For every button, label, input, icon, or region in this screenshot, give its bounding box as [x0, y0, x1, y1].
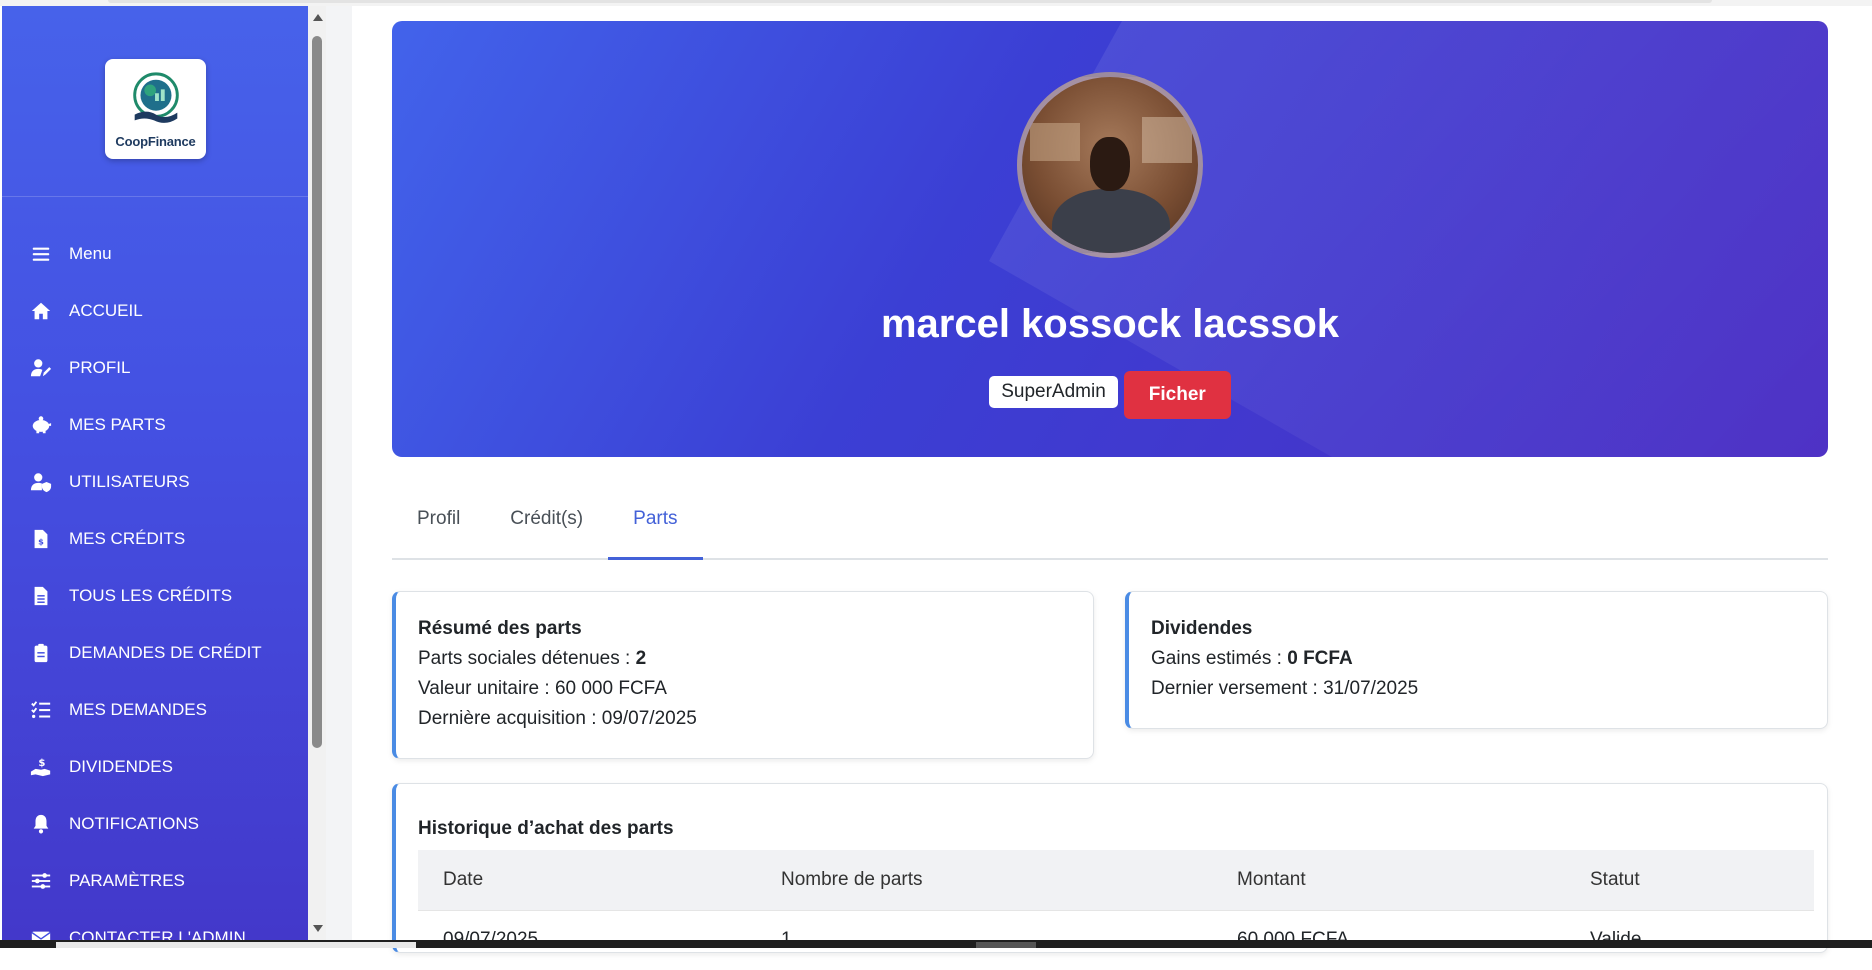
tasks-icon — [29, 698, 53, 722]
dividends-last-payment: Dernier versement : 31/07/2025 — [1151, 678, 1419, 699]
hand-holding-dollar-icon: $ — [29, 755, 53, 779]
sidebar-item-label: UTILISATEURS — [69, 471, 190, 491]
sidebar-item-label: NOTIFICATIONS — [69, 813, 200, 833]
summary-held-value: 2 — [635, 648, 647, 669]
sidebar-item-label: MES DEMANDES — [69, 699, 207, 719]
brand-logo[interactable]: CoopFinance — [105, 59, 206, 159]
sidebar-scrollbar[interactable] — [308, 6, 326, 940]
bars-icon — [29, 242, 53, 266]
dividends-card: Dividendes Gains estimés : 0 FCFA Dernie… — [1125, 591, 1828, 729]
column-header: Montant — [1237, 868, 1306, 890]
sidebar-item-menu[interactable]: Menu — [2, 225, 308, 282]
sidebar-item-label: DEMANDES DE CRÉDIT — [69, 642, 262, 662]
avatar — [1017, 72, 1203, 258]
sidebar-item-mes-parts[interactable]: MES PARTS — [2, 396, 308, 453]
sidebar-item-label: ACCUEIL — [69, 300, 143, 320]
sidebar-item-parametres[interactable]: PARAMÈTRES — [2, 852, 308, 909]
scroll-thumb[interactable] — [312, 36, 322, 748]
sidebar-item-contacter-admin[interactable]: CONTACTER L'ADMIN — [2, 909, 308, 940]
tab-parts[interactable]: Parts — [608, 484, 703, 560]
role-badge: SuperAdmin — [989, 376, 1118, 408]
sidebar-item-mes-demandes[interactable]: MES DEMANDES — [2, 681, 308, 738]
envelope-icon — [29, 926, 53, 940]
dividends-title: Dividendes — [1151, 618, 1253, 639]
main-content: marcel kossock lacssok SuperAdmin Ficher… — [352, 6, 1872, 970]
sidebar-item-utilisateurs[interactable]: UTILISATEURS — [2, 453, 308, 510]
sidebar-item-dividendes[interactable]: $ DIVIDENDES — [2, 738, 308, 795]
summary-unit-value: Valeur unitaire : 60 000 FCFA — [418, 678, 667, 699]
clipboard-icon — [29, 641, 53, 665]
table-header-row: Date Nombre de parts Montant Statut — [418, 850, 1814, 910]
sidebar-item-label: DIVIDENDES — [69, 756, 173, 776]
dividends-gains-value: 0 FCFA — [1287, 648, 1353, 669]
summary-title: Résumé des parts — [418, 618, 582, 639]
piggy-bank-icon — [29, 413, 53, 437]
profile-tabs: Profil Crédit(s) Parts — [392, 484, 1828, 560]
column-header: Nombre de parts — [781, 868, 923, 890]
sliders-icon — [29, 869, 53, 893]
sidebar-item-label: TOUS LES CRÉDITS — [69, 585, 233, 605]
sidebar-item-notifications[interactable]: NOTIFICATIONS — [2, 795, 308, 852]
sidebar-item-accueil[interactable]: ACCUEIL — [2, 282, 308, 339]
dividends-gains: Gains estimés : 0 FCFA — [1151, 648, 1353, 669]
svg-text:$: $ — [38, 758, 45, 769]
summary-last-acquisition: Dernière acquisition : 09/07/2025 — [418, 708, 697, 729]
sidebar-item-label: MES PARTS — [69, 414, 166, 434]
column-header: Date — [443, 868, 484, 890]
column-header: Statut — [1590, 868, 1640, 890]
bell-icon — [29, 812, 53, 836]
coopfinance-logo-icon — [132, 71, 179, 123]
scroll-down-arrow[interactable] — [313, 925, 323, 932]
user-edit-icon — [29, 356, 53, 380]
sidebar: CoopFinance Menu ACCUEIL PROFIL MES PART… — [2, 6, 308, 940]
fiche-button[interactable]: Ficher — [1123, 371, 1231, 419]
sidebar-item-profil[interactable]: PROFIL — [2, 339, 308, 396]
summary-held: Parts sociales détenues : 2 — [418, 648, 647, 669]
sidebar-item-tous-les-credits[interactable]: TOUS LES CRÉDITS — [2, 567, 308, 624]
sidebar-item-label: Menu — [69, 243, 112, 263]
history-table: Date Nombre de parts Montant Statut 09/0… — [418, 850, 1814, 970]
brand-name: CoopFinance — [115, 133, 196, 149]
sidebar-item-label: PARAMÈTRES — [69, 870, 185, 890]
user-shield-icon — [29, 470, 53, 494]
sidebar-item-label: PROFIL — [69, 357, 131, 377]
scroll-up-arrow[interactable] — [313, 14, 323, 21]
svg-text:$: $ — [38, 536, 44, 546]
sidebar-logo-area: CoopFinance — [2, 6, 308, 197]
tab-profil[interactable]: Profil — [392, 484, 485, 560]
file-alt-icon — [29, 584, 53, 608]
parts-summary-card: Résumé des parts Parts sociales détenues… — [392, 591, 1094, 759]
sidebar-nav: Menu ACCUEIL PROFIL MES PARTS UTILISATEU… — [2, 197, 308, 940]
sidebar-item-label: CONTACTER L'ADMIN — [69, 927, 246, 941]
purchase-history-card: Historique d’achat des parts Date Nombre… — [392, 783, 1828, 970]
file-invoice-dollar-icon: $ — [29, 527, 53, 551]
profile-name: marcel kossock lacssok — [880, 302, 1340, 346]
address-bar-edge — [108, 0, 1712, 3]
main-gutter — [326, 6, 352, 940]
profile-badges: SuperAdmin Ficher — [392, 371, 1828, 419]
profile-hero: marcel kossock lacssok SuperAdmin Ficher — [392, 21, 1828, 457]
history-title: Historique d’achat des parts — [418, 818, 674, 839]
taskbar-edge — [0, 940, 1872, 948]
tab-credits[interactable]: Crédit(s) — [485, 484, 608, 560]
home-icon — [29, 299, 53, 323]
sidebar-item-demandes-de-credit[interactable]: DEMANDES DE CRÉDIT — [2, 624, 308, 681]
sidebar-item-label: MES CRÉDITS — [69, 528, 186, 548]
sidebar-item-mes-credits[interactable]: $ MES CRÉDITS — [2, 510, 308, 567]
